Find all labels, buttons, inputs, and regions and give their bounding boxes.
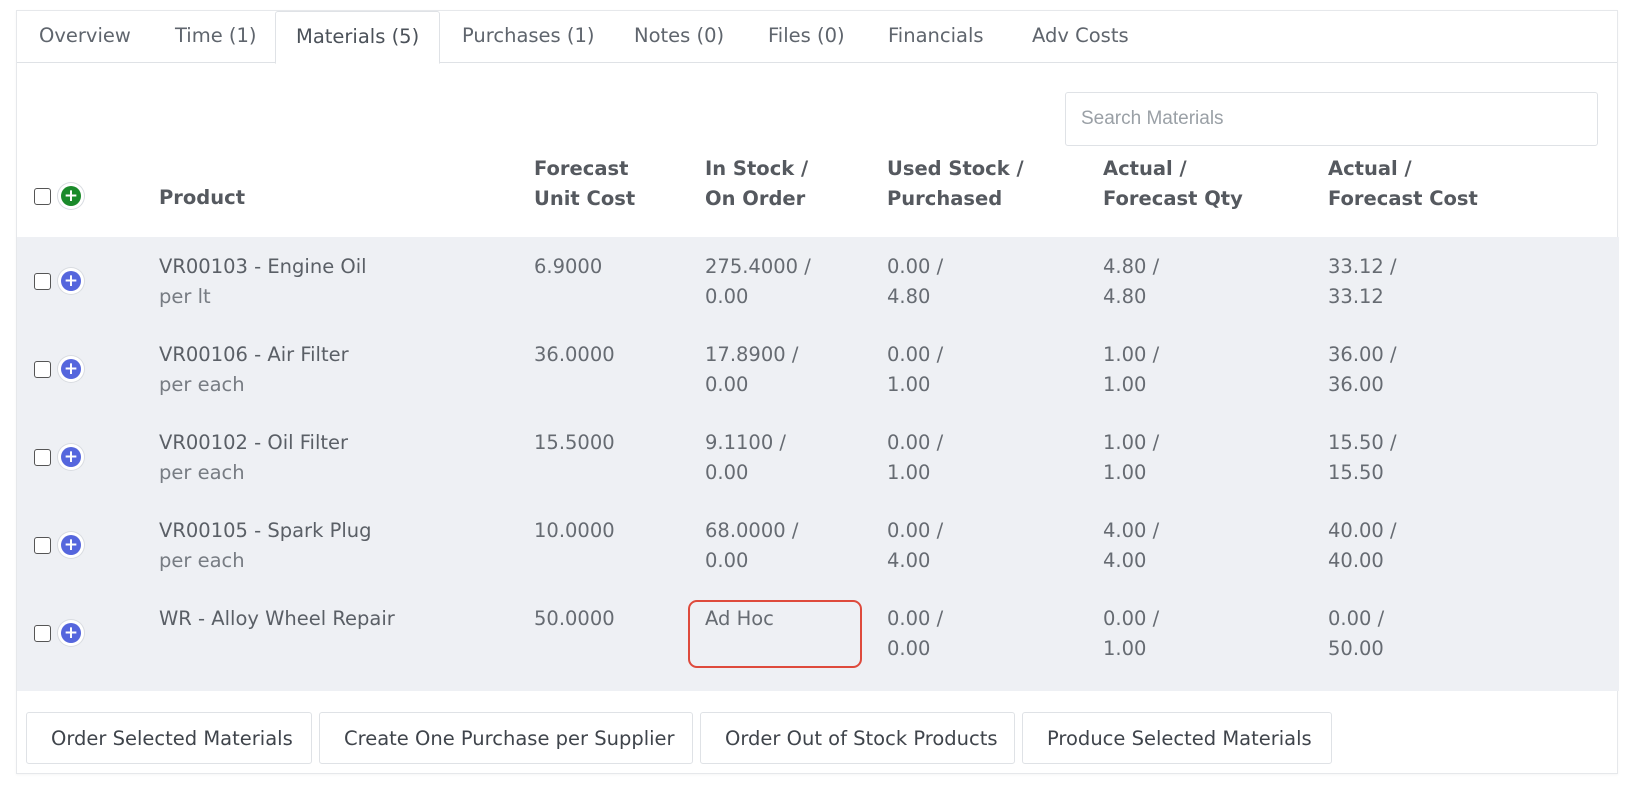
tab-files[interactable]: Files (0) [748, 11, 865, 63]
product-cell: VR00105 - Spark Plug per each [159, 519, 372, 572]
materials-panel: Overview Time (1) Materials (5) Purchase… [16, 10, 1619, 774]
row-checkbox[interactable] [34, 537, 51, 554]
used-stock-cell: 0.00 /4.00 [887, 519, 944, 572]
forecast-unit-cost-cell: 6.9000 [534, 255, 603, 278]
column-header-product: Product [159, 186, 246, 209]
tab-purchases[interactable]: Purchases (1) [442, 11, 615, 63]
used-stock-cell: 0.00 /1.00 [887, 431, 944, 484]
plus-circle-icon: + [61, 359, 81, 379]
column-header-in-stock: In Stock / On Order [705, 157, 809, 210]
row-checkbox[interactable] [34, 449, 51, 466]
in-stock-cell: 68.0000 /0.00 [705, 519, 799, 572]
plus-circle-icon: + [61, 447, 81, 467]
actual-cost-cell: 0.00 /50.00 [1328, 607, 1385, 660]
table-row: + VR00106 - Air Filter per each 36.0000 1… [17, 325, 1619, 416]
plus-circle-icon: + [61, 271, 81, 291]
column-header-actual-qty: Actual / Forecast Qty [1103, 157, 1243, 210]
actual-qty-cell: 4.00 /4.00 [1103, 519, 1160, 572]
search-input[interactable] [1065, 92, 1598, 146]
order-selected-materials-button[interactable]: Order Selected Materials [26, 712, 312, 764]
in-stock-cell: 17.8900 /0.00 [705, 343, 799, 396]
in-stock-cell: Ad Hoc [705, 607, 774, 630]
row-checkbox[interactable] [34, 361, 51, 378]
row-checkbox[interactable] [34, 625, 51, 642]
tab-adv-costs[interactable]: Adv Costs [1012, 11, 1149, 63]
actual-cost-cell: 36.00 /36.00 [1328, 343, 1397, 396]
table-row: + VR00102 - Oil Filter per each 15.5000 9… [17, 413, 1619, 504]
table-row: + VR00103 - Engine Oil per lt 6.9000 275.… [17, 237, 1619, 328]
row-checkbox[interactable] [34, 273, 51, 290]
tab-time[interactable]: Time (1) [155, 11, 277, 63]
used-stock-cell: 0.00 /0.00 [887, 607, 944, 660]
forecast-unit-cost-cell: 10.0000 [534, 519, 615, 542]
produce-selected-materials-button[interactable]: Produce Selected Materials [1022, 712, 1332, 764]
row-add-button[interactable]: + [58, 356, 84, 382]
row-add-button[interactable]: + [58, 444, 84, 470]
actual-qty-cell: 1.00 /1.00 [1103, 431, 1160, 484]
row-add-button[interactable]: + [58, 268, 84, 294]
table-row: + WR - Alloy Wheel Repair 50.0000 Ad Hoc… [17, 589, 1619, 680]
product-cell: VR00103 - Engine Oil per lt [159, 255, 367, 308]
plus-circle-icon: + [61, 535, 81, 555]
product-cell: WR - Alloy Wheel Repair [159, 607, 395, 630]
table-row: + VR00105 - Spark Plug per each 10.0000 6… [17, 501, 1619, 592]
materials-table-body: + VR00103 - Engine Oil per lt 6.9000 275.… [17, 237, 1619, 691]
in-stock-cell: 9.1100 /0.00 [705, 431, 786, 484]
used-stock-cell: 0.00 /1.00 [887, 343, 944, 396]
forecast-unit-cost-cell: 15.5000 [534, 431, 615, 454]
tab-materials[interactable]: Materials (5) [275, 11, 441, 64]
actual-cost-cell: 33.12 /33.12 [1328, 255, 1397, 308]
tab-overview[interactable]: Overview [19, 11, 151, 63]
forecast-unit-cost-cell: 36.0000 [534, 343, 615, 366]
used-stock-cell: 0.00 /4.80 [887, 255, 944, 308]
actual-cost-cell: 40.00 /40.00 [1328, 519, 1397, 572]
plus-circle-icon: + [61, 623, 81, 643]
order-out-of-stock-button[interactable]: Order Out of Stock Products [700, 712, 1015, 764]
select-all-checkbox[interactable] [34, 188, 51, 205]
actual-qty-cell: 0.00 /1.00 [1103, 607, 1160, 660]
forecast-unit-cost-cell: 50.0000 [534, 607, 615, 630]
actual-cost-cell: 15.50 /15.50 [1328, 431, 1397, 484]
add-material-button[interactable]: + [58, 183, 84, 209]
actual-qty-cell: 4.80 /4.80 [1103, 255, 1160, 308]
column-header-forecast-unit-cost: Forecast Unit Cost [534, 157, 636, 210]
tab-bar: Overview Time (1) Materials (5) Purchase… [17, 11, 1617, 64]
product-cell: VR00106 - Air Filter per each [159, 343, 349, 396]
row-add-button[interactable]: + [58, 620, 84, 646]
column-header-actual-cost: Actual / Forecast Cost [1328, 157, 1478, 210]
create-purchase-per-supplier-button[interactable]: Create One Purchase per Supplier [319, 712, 693, 764]
actual-qty-cell: 1.00 /1.00 [1103, 343, 1160, 396]
product-cell: VR00102 - Oil Filter per each [159, 431, 349, 484]
column-header-used-stock: Used Stock / Purchased [887, 157, 1024, 210]
tab-financials[interactable]: Financials [868, 11, 1004, 63]
tab-notes[interactable]: Notes (0) [614, 11, 744, 63]
plus-circle-icon: + [61, 186, 81, 206]
row-add-button[interactable]: + [58, 532, 84, 558]
in-stock-cell: 275.4000 /0.00 [705, 255, 811, 308]
